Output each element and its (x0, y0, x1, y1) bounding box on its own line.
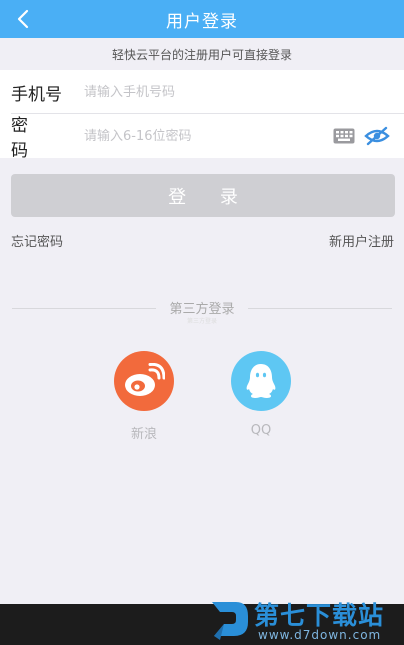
login-form: 手机号 密 码 (0, 70, 404, 161)
register-link[interactable]: 新用户注册 (329, 231, 394, 250)
login-button[interactable]: 登 录 (11, 174, 395, 217)
watermark-name: 第七下载站 (254, 601, 385, 630)
watermark: 第七下载站 www.d7down.com (206, 594, 404, 645)
weibo-circle[interactable] (114, 351, 174, 411)
phone-input[interactable] (84, 79, 324, 105)
chevron-left-icon (17, 9, 29, 29)
password-row: 密 码 (0, 114, 404, 161)
phone-row: 手机号 (0, 70, 404, 114)
phone-label: 手机号 (11, 84, 62, 105)
password-label: 密 码 (11, 116, 41, 161)
d7down-logo-icon (212, 602, 248, 640)
qq-circle[interactable] (231, 351, 291, 411)
forgot-password-link[interactable]: 忘记密码 (11, 231, 63, 250)
watermark-url: www.d7down.com (258, 628, 382, 642)
login-notice: 轻快云平台的注册用户可直接登录 (111, 47, 292, 62)
weibo-icon (125, 363, 165, 396)
divider-left (12, 308, 156, 309)
third-party-title: 第三方登录 (169, 302, 235, 317)
qq-label: QQ (250, 423, 272, 438)
third-party-subtitle: 第三方登录 (186, 318, 217, 325)
header-bar: 用户登录 (0, 0, 404, 38)
page-title: 用户登录 (166, 11, 238, 32)
eye-closed-icon[interactable] (364, 126, 390, 146)
qq-icon (246, 364, 276, 398)
qq-login-button[interactable]: QQ (231, 351, 291, 438)
weibo-label: 新浪 (130, 427, 157, 442)
keyboard-icon[interactable] (333, 128, 355, 144)
weibo-login-button[interactable]: 新浪 (114, 351, 174, 442)
password-input[interactable] (84, 123, 324, 149)
divider-right (248, 308, 392, 309)
back-button[interactable] (8, 4, 38, 34)
